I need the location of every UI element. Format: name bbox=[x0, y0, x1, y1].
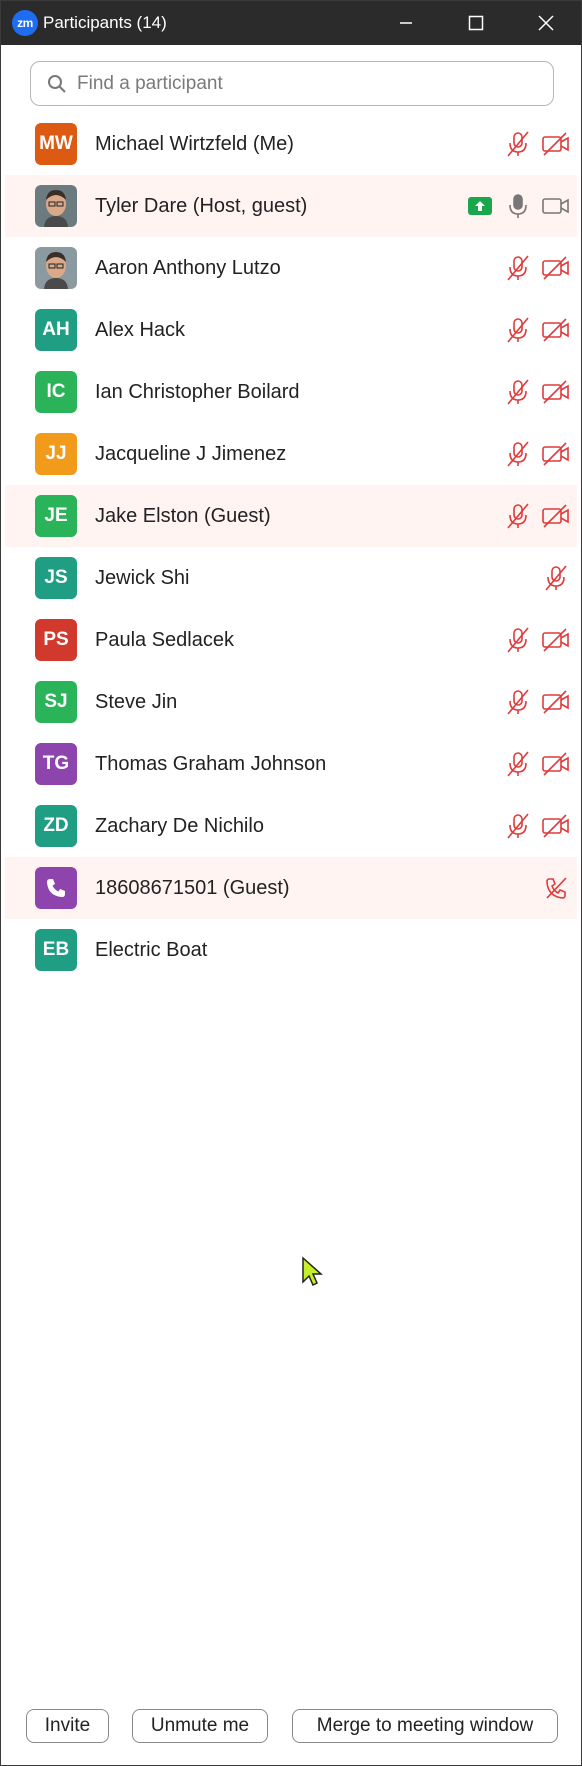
avatar: AH bbox=[35, 309, 77, 351]
participant-row[interactable]: JJ Jacqueline J Jimenez bbox=[5, 423, 577, 485]
video-off-icon[interactable] bbox=[541, 439, 571, 469]
mic-muted-icon[interactable] bbox=[503, 439, 533, 469]
participant-row[interactable]: PS Paula Sedlacek bbox=[5, 609, 577, 671]
avatar-photo bbox=[35, 247, 77, 289]
video-off-icon[interactable] bbox=[541, 315, 571, 345]
participant-name: Aaron Anthony Lutzo bbox=[95, 256, 281, 279]
participant-row[interactable]: Aaron Anthony Lutzo bbox=[5, 237, 577, 299]
video-icon[interactable] bbox=[541, 191, 571, 221]
participant-row[interactable]: TG Thomas Graham Johnson bbox=[5, 733, 577, 795]
mic-muted-icon[interactable] bbox=[503, 129, 533, 159]
video-off-icon[interactable] bbox=[541, 377, 571, 407]
invite-button[interactable]: Invite bbox=[26, 1709, 109, 1743]
mic-muted-icon[interactable] bbox=[503, 501, 533, 531]
minimize-icon bbox=[400, 22, 412, 24]
participant-name: Jake Elston (Guest) bbox=[95, 504, 271, 527]
avatar-photo bbox=[35, 185, 77, 227]
video-off-icon[interactable] bbox=[541, 625, 571, 655]
search-icon bbox=[48, 74, 66, 93]
avatar: PS bbox=[35, 619, 77, 661]
participant-list: MW Michael Wirtzfeld (Me) Tyler Dare (Host… bbox=[1, 113, 581, 981]
video-off-icon[interactable] bbox=[541, 811, 571, 841]
participant-name: Ian Christopher Boilard bbox=[95, 380, 300, 403]
video-off-icon[interactable] bbox=[541, 501, 571, 531]
maximize-button[interactable] bbox=[441, 1, 511, 45]
unmute-me-button[interactable]: Unmute me bbox=[132, 1709, 268, 1743]
close-button[interactable] bbox=[511, 1, 581, 45]
title-bar: zm Participants (14) bbox=[1, 1, 581, 45]
participant-name: Zachary De Nichilo bbox=[95, 814, 264, 837]
avatar: IC bbox=[35, 371, 77, 413]
avatar: EB bbox=[35, 929, 77, 971]
participant-name: Jacqueline J Jimenez bbox=[95, 442, 287, 465]
avatar: SJ bbox=[35, 681, 77, 723]
video-off-icon[interactable] bbox=[541, 253, 571, 283]
close-icon bbox=[538, 15, 554, 31]
participant-row[interactable]: MW Michael Wirtzfeld (Me) bbox=[5, 113, 577, 175]
avatar: ZD bbox=[35, 805, 77, 847]
mic-muted-icon[interactable] bbox=[503, 749, 533, 779]
screen-share-icon[interactable] bbox=[465, 191, 495, 221]
mic-muted-icon[interactable] bbox=[503, 377, 533, 407]
participant-row[interactable]: 18608671501 (Guest) bbox=[5, 857, 577, 919]
search-input[interactable] bbox=[75, 71, 519, 96]
mic-muted-icon[interactable] bbox=[503, 811, 533, 841]
participant-row[interactable]: Tyler Dare (Host, guest) bbox=[5, 175, 577, 237]
participant-name: Alex Hack bbox=[95, 318, 186, 341]
participant-name: Steve Jin bbox=[95, 690, 178, 713]
mic-muted-icon[interactable] bbox=[503, 253, 533, 283]
participant-row[interactable]: ZD Zachary De Nichilo bbox=[5, 795, 577, 857]
video-off-icon[interactable] bbox=[541, 687, 571, 717]
participant-row[interactable]: IC Ian Christopher Boilard bbox=[5, 361, 577, 423]
footer-bar: Invite Unmute me Merge to meeting window bbox=[1, 1709, 581, 1745]
zoom-logo-icon: zm bbox=[12, 10, 38, 36]
phone-avatar-icon bbox=[35, 867, 77, 909]
avatar: JS bbox=[35, 557, 77, 599]
participant-name: Michael Wirtzfeld (Me) bbox=[95, 132, 294, 155]
participant-name: Jewick Shi bbox=[95, 566, 190, 589]
participant-name: 18608671501 (Guest) bbox=[95, 876, 290, 899]
participant-name: Tyler Dare (Host, guest) bbox=[95, 194, 308, 217]
minimize-button[interactable] bbox=[371, 1, 441, 45]
avatar: TG bbox=[35, 743, 77, 785]
mic-muted-icon[interactable] bbox=[503, 625, 533, 655]
mic-muted-icon[interactable] bbox=[503, 687, 533, 717]
participants-window: zm Participants (14) MW Michael Wirtzfeld… bbox=[0, 0, 582, 1766]
video-off-icon[interactable] bbox=[541, 749, 571, 779]
participant-name: Thomas Graham Johnson bbox=[95, 752, 327, 775]
search-box[interactable] bbox=[30, 61, 554, 106]
participant-name: Electric Boat bbox=[95, 938, 208, 961]
participant-row[interactable]: SJ Steve Jin bbox=[5, 671, 577, 733]
participant-name: Paula Sedlacek bbox=[95, 628, 234, 651]
window-title: Participants (14) bbox=[43, 13, 167, 32]
avatar: JE bbox=[35, 495, 77, 537]
mic-muted-icon[interactable] bbox=[541, 563, 571, 593]
participant-row[interactable]: JS Jewick Shi bbox=[5, 547, 577, 609]
avatar: MW bbox=[35, 123, 77, 165]
mouse-cursor-icon bbox=[302, 1256, 323, 1287]
merge-to-meeting-window-button[interactable]: Merge to meeting window bbox=[292, 1709, 558, 1743]
mic-muted-icon[interactable] bbox=[503, 315, 533, 345]
phone-muted-icon[interactable] bbox=[541, 873, 571, 903]
avatar: JJ bbox=[35, 433, 77, 475]
participant-row[interactable]: AH Alex Hack bbox=[5, 299, 577, 361]
video-off-icon[interactable] bbox=[541, 129, 571, 159]
participant-row[interactable]: EB Electric Boat bbox=[5, 919, 577, 981]
maximize-icon bbox=[468, 15, 484, 31]
mic-icon[interactable] bbox=[503, 191, 533, 221]
participant-row[interactable]: JE Jake Elston (Guest) bbox=[5, 485, 577, 547]
